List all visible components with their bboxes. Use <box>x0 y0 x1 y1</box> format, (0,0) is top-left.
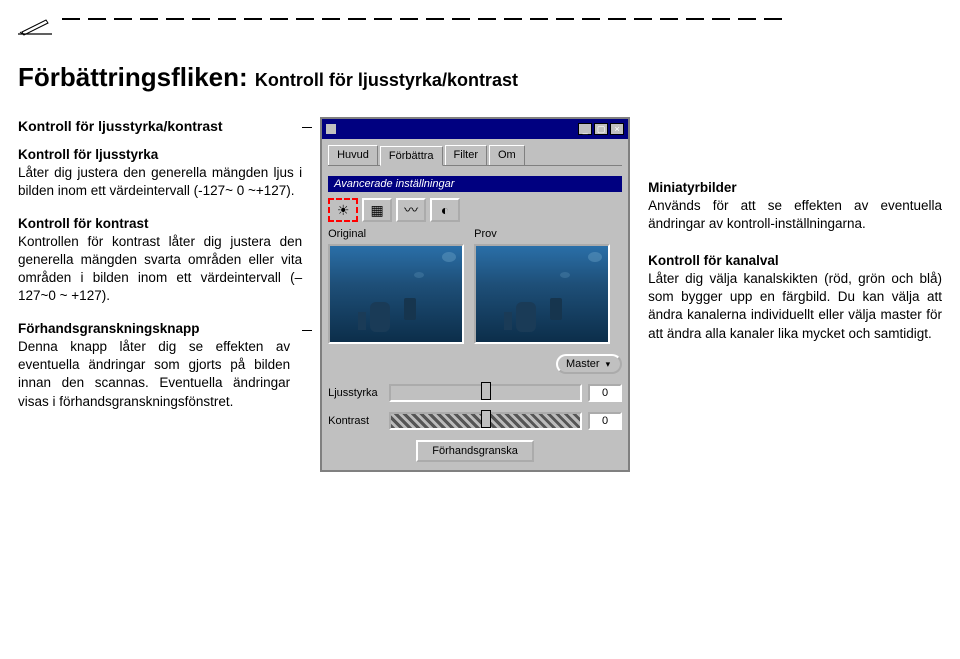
brightness-icon: ☀ <box>337 202 350 219</box>
dash-segment <box>452 18 470 20</box>
thumbnail-row <box>328 244 622 344</box>
contrast-slider-thumb[interactable] <box>481 410 491 428</box>
label-prov: Prov <box>474 228 497 240</box>
left-column: Kontroll för ljusstyrka/kontrast Kontrol… <box>18 117 302 425</box>
dash-segment <box>400 18 418 20</box>
left-block-preview: Förhandsgranskningsknapp Denna knapp låt… <box>18 320 302 411</box>
right-heading-2: Kontroll för kanalval <box>648 253 779 268</box>
tool-row: ☀ ▦ 〰 ◐ <box>328 198 622 222</box>
brightness-value: 0 <box>588 384 622 402</box>
dash-segment <box>764 18 782 20</box>
contrast-slider-row: Kontrast 0 <box>328 412 622 430</box>
master-label: Master <box>566 358 600 370</box>
left-text-contrast: Kontrollen för kontrast låter dig juster… <box>18 234 302 304</box>
dash-segment <box>88 18 106 20</box>
curves-icon: 〰 <box>404 200 418 220</box>
dash-segment <box>374 18 392 20</box>
contrast-slider[interactable] <box>389 412 582 430</box>
balance-icon: ◐ <box>441 202 449 218</box>
app-window: _ ▢ × Huvud Förbättra Filter Om Avancera… <box>320 117 630 472</box>
tool-brightness[interactable]: ☀ <box>328 198 358 222</box>
right-text-channel: Låter dig välja kanalskikten (röd, grön … <box>648 271 942 341</box>
dash-segment <box>114 18 132 20</box>
preview-button[interactable]: Förhandsgranska <box>416 440 534 462</box>
chevron-down-icon: ▾ <box>606 359 611 370</box>
thumbnail-original <box>328 244 464 344</box>
close-button[interactable]: × <box>610 123 624 135</box>
tab-huvud[interactable]: Huvud <box>328 145 378 165</box>
right-heading-1: Miniatyrbilder <box>648 180 737 195</box>
brightness-slider-thumb[interactable] <box>481 382 491 400</box>
window-buttons: _ ▢ × <box>578 123 624 135</box>
right-block-thumbs: Miniatyrbilder Används för att se effekt… <box>648 179 942 234</box>
page-title: Förbättringsfliken: Kontroll för ljussty… <box>18 62 942 93</box>
dash-segment <box>712 18 730 20</box>
thumbnail-preview <box>474 244 610 344</box>
dash-segment <box>192 18 210 20</box>
dash-segment <box>556 18 574 20</box>
levels-icon: ▦ <box>370 202 383 219</box>
dash-segment <box>218 18 236 20</box>
maximize-button[interactable]: ▢ <box>594 123 608 135</box>
dash-segment <box>348 18 366 20</box>
panel-header: Avancerade inställningar <box>328 176 622 192</box>
channel-master-button[interactable]: Master ▾ <box>556 354 622 374</box>
brightness-label: Ljusstyrka <box>328 387 383 399</box>
window-body: Huvud Förbättra Filter Om Avancerade ins… <box>322 139 628 470</box>
left-heading-1: Kontroll för ljusstyrka/kontrast <box>18 117 302 136</box>
contrast-label: Kontrast <box>328 415 383 427</box>
dash-segment <box>608 18 626 20</box>
dash-segment <box>686 18 704 20</box>
dash-segment <box>530 18 548 20</box>
dash-segment <box>270 18 288 20</box>
brightness-slider-row: Ljusstyrka 0 <box>328 384 622 402</box>
left-heading-4: Förhandsgranskningsknapp <box>18 321 200 336</box>
main-columns: Kontroll för ljusstyrka/kontrast Kontrol… <box>18 117 942 472</box>
tool-curves[interactable]: 〰 <box>396 198 426 222</box>
left-heading-2: Kontroll för ljusstyrka <box>18 147 158 162</box>
dash-segment <box>660 18 678 20</box>
tab-filter[interactable]: Filter <box>445 145 487 165</box>
label-original: Original <box>328 228 464 240</box>
dash-segment <box>634 18 652 20</box>
tab-om[interactable]: Om <box>489 145 525 165</box>
title-sub: Kontroll för ljusstyrka/kontrast <box>255 70 518 90</box>
dash-segment <box>296 18 314 20</box>
window-titlebar: _ ▢ × <box>322 119 628 139</box>
right-text-thumbs: Används för att se effekten av eventuell… <box>648 198 942 231</box>
left-text-brightness: Låter dig justera den generella mängden … <box>18 165 302 198</box>
window-icon <box>326 124 336 134</box>
title-main: Förbättringsfliken: <box>18 62 248 92</box>
minimize-button[interactable]: _ <box>578 123 592 135</box>
right-column: Miniatyrbilder Används för att se effekt… <box>648 179 942 361</box>
dash-segment <box>244 18 262 20</box>
dash-segment <box>166 18 184 20</box>
dash-segment <box>738 18 756 20</box>
right-block-channel: Kontroll för kanalval Låter dig välja ka… <box>648 252 942 343</box>
left-heading-3: Kontroll för kontrast <box>18 216 149 231</box>
pencil-icon <box>18 18 54 40</box>
top-dash-line <box>18 18 942 40</box>
contrast-value: 0 <box>588 412 622 430</box>
tool-levels[interactable]: ▦ <box>362 198 392 222</box>
dash-segment <box>322 18 340 20</box>
thumb-labels: Original Prov <box>328 228 622 240</box>
tab-forbattra[interactable]: Förbättra <box>380 146 443 166</box>
tab-strip: Huvud Förbättra Filter Om <box>328 145 622 166</box>
brightness-slider[interactable] <box>389 384 582 402</box>
dash-segment <box>504 18 522 20</box>
left-block-contrast: Kontroll för kontrast Kontrollen för kon… <box>18 215 302 306</box>
dash-segment <box>140 18 158 20</box>
tool-balance[interactable]: ◐ <box>430 198 460 222</box>
dash-segment <box>62 18 80 20</box>
dash-segment <box>582 18 600 20</box>
left-block-brightness: Kontroll för ljusstyrka Låter dig juster… <box>18 146 302 201</box>
dash-segment <box>426 18 444 20</box>
center-column: _ ▢ × Huvud Förbättra Filter Om Avancera… <box>320 117 630 472</box>
dash-segment <box>478 18 496 20</box>
